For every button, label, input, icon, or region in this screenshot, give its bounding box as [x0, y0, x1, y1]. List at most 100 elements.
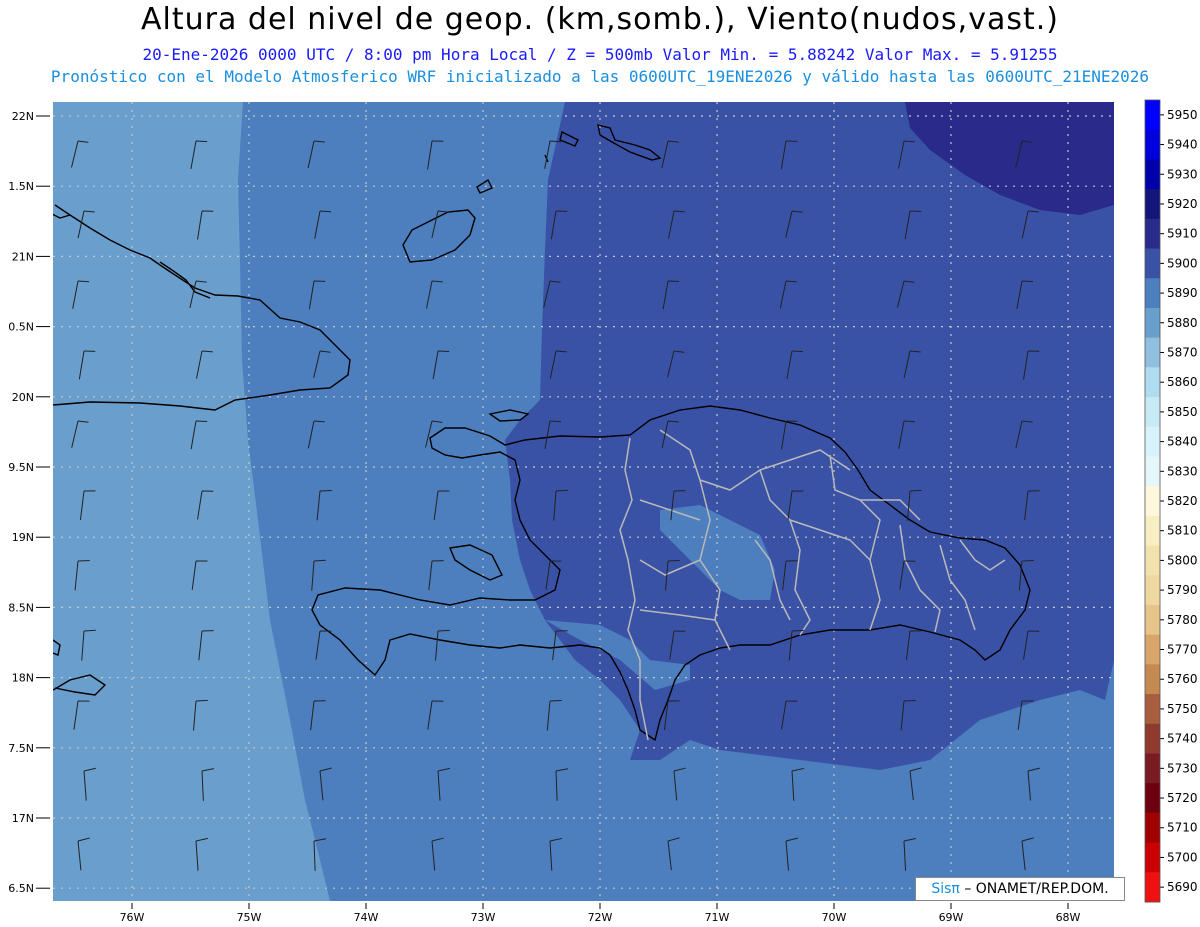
lat-label: 6.5N: [8, 882, 34, 895]
lon-label: 76W: [120, 911, 145, 924]
colorbar: 5950 5940 5930 5920 5910 5900 5890 5880 5870 5860…: [1144, 99, 1198, 903]
lat-label: 22N: [12, 110, 34, 123]
colorbar-swatch: [1145, 545, 1160, 576]
colorbar-swatch: [1145, 100, 1160, 131]
wind-barb-staff: [438, 911, 441, 927]
lon-label: 72W: [588, 911, 613, 924]
wind-barb-flag: [667, 280, 680, 283]
longitude-labels: 76W 75W 74W 73W 72W 71W 70W 69W 68W: [120, 903, 1081, 924]
lat-label: 8.5N: [8, 601, 34, 614]
colorbar-swatch: [1145, 218, 1160, 250]
colorbar-label: 5780: [1167, 613, 1198, 627]
colorbar-swatch: [1145, 783, 1160, 814]
wind-barb-staff: [320, 911, 322, 927]
wind-barb-staff: [1138, 701, 1140, 731]
colorbar-label: 5730: [1167, 761, 1198, 775]
colorbar-label: 5820: [1167, 494, 1198, 508]
colorbar-label: 5950: [1167, 108, 1198, 122]
wind-barb-flag: [437, 350, 450, 353]
wind-barb-flag: [556, 908, 568, 911]
wind-barb-staff: [1146, 911, 1149, 927]
wind-barb-flag: [903, 420, 915, 423]
colorbar-swatch: [1145, 248, 1160, 279]
credit-brand: Sisπ: [931, 881, 960, 897]
lon-label: 70W: [822, 911, 847, 924]
wind-barb-flag: [549, 420, 562, 423]
colorbar-swatch: [1145, 486, 1160, 517]
colorbar-swatch: [1145, 634, 1160, 665]
colorbar-swatch: [1145, 575, 1160, 606]
lat-label: 17N: [12, 812, 34, 825]
wind-barb-flag: [1146, 908, 1158, 911]
wind-barb-staff: [202, 911, 205, 927]
colorbar-label: 5830: [1167, 464, 1198, 478]
geopotential-shading: [53, 102, 1114, 901]
colorbar-label: 5940: [1167, 138, 1198, 152]
colorbar-label: 5740: [1167, 732, 1198, 746]
colorbar-swatch: [1145, 456, 1160, 487]
colorbar-swatch: [1145, 426, 1160, 457]
wind-barb-flag: [792, 908, 804, 911]
wind-barb-staff: [1135, 421, 1140, 449]
wind-barb-staff: [1028, 911, 1029, 927]
colorbar-swatch: [1145, 604, 1160, 636]
colorbar-label: 5850: [1167, 405, 1198, 419]
wind-barb-flag: [1028, 909, 1040, 911]
lon-label: 69W: [939, 911, 964, 924]
colorbar-label: 5710: [1167, 821, 1198, 835]
wind-barb-staff: [674, 911, 676, 927]
wind-barb-flag: [319, 210, 331, 213]
wind-barb-staff: [1135, 141, 1140, 169]
colorbar-swatch: [1145, 723, 1160, 754]
colorbar-label: 5770: [1167, 643, 1198, 657]
lat-label: 20N: [12, 391, 34, 404]
colorbar-swatch: [1145, 367, 1160, 398]
colorbar-swatch: [1145, 129, 1160, 160]
colorbar-label: 5760: [1167, 672, 1198, 686]
wind-barb-staff: [556, 911, 558, 927]
colorbar-label: 5860: [1167, 375, 1198, 389]
colorbar-label: 5870: [1167, 345, 1198, 359]
weather-map: 22N 1.5N 21N 0.5N 20N 9.5N 19N 8.5N 18N 7.5N 17N 6.…: [8, 99, 1198, 927]
colorbar-swatch: [1145, 664, 1160, 695]
colorbar-swatch: [1145, 307, 1160, 339]
wind-barb-flag: [195, 420, 208, 423]
colorbar-swatch: [1145, 694, 1160, 725]
colorbar-swatch: [1145, 753, 1160, 784]
colorbar-swatch: [1145, 515, 1160, 547]
lon-label: 73W: [471, 911, 496, 924]
colorbar-label: 5840: [1167, 435, 1198, 449]
colorbar-swatch: [1145, 842, 1160, 873]
wind-barb-flag: [84, 909, 96, 911]
wind-barb-flag: [202, 908, 214, 911]
latitude-labels: 22N 1.5N 21N 0.5N 20N 9.5N 19N 8.5N 18N 7.5N 17N 6.…: [8, 110, 50, 895]
wind-barb-staff: [792, 911, 795, 927]
wind-barb-flag: [195, 699, 208, 702]
colorbar-swatch: [1145, 159, 1160, 190]
wind-barb-flag: [909, 210, 922, 213]
wind-barb-flag: [549, 140, 561, 143]
lat-label: 1.5N: [8, 180, 34, 193]
wind-barb-flag: [1021, 280, 1034, 283]
wind-barb-flag: [320, 908, 332, 911]
colorbar-swatch: [1145, 812, 1160, 844]
lon-label: 68W: [1056, 911, 1081, 924]
colorbar-swatch: [1145, 337, 1160, 368]
lat-label: 0.5N: [8, 321, 34, 334]
wind-barb-flag: [667, 559, 680, 562]
colorbar-label: 5700: [1167, 850, 1198, 864]
wind-barb-flag: [910, 908, 922, 911]
wind-barb-flag: [674, 909, 686, 911]
wind-barb-flag: [195, 140, 208, 143]
colorbar-label: 5880: [1167, 316, 1198, 330]
wind-barb-flag: [791, 350, 804, 353]
colorbar-label: 5890: [1167, 286, 1198, 300]
wind-barb-staff: [1136, 561, 1140, 590]
colorbar-label: 5720: [1167, 791, 1198, 805]
wind-barb-staff: [1134, 281, 1140, 308]
colorbar-label: 5810: [1167, 524, 1198, 538]
wind-barb-flag: [1021, 559, 1034, 562]
lat-label: 21N: [12, 250, 34, 263]
wind-barb-flag: [437, 629, 450, 632]
lat-label: 19N: [12, 531, 34, 544]
